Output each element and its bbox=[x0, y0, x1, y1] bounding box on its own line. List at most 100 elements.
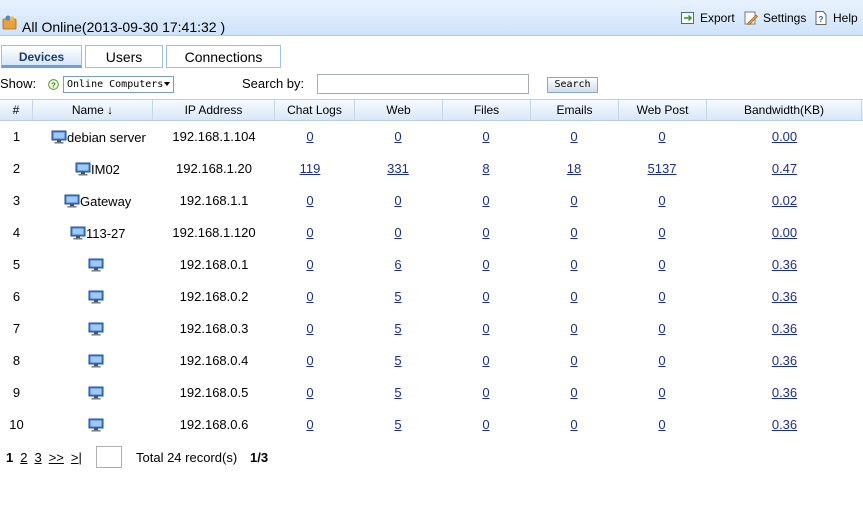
tab-connections[interactable]: Connections bbox=[166, 45, 281, 68]
page-link[interactable]: >> bbox=[49, 450, 64, 465]
col-emails[interactable]: Emails bbox=[531, 100, 619, 120]
bandwidth-link[interactable]: 0.00 bbox=[772, 129, 797, 144]
device-name-cell[interactable] bbox=[88, 377, 104, 409]
emails-link[interactable]: 0 bbox=[570, 321, 577, 336]
device-name-cell[interactable]: IM02 bbox=[75, 153, 120, 185]
files-link[interactable]: 0 bbox=[482, 353, 489, 368]
device-name-cell[interactable] bbox=[88, 345, 104, 377]
table-row[interactable]: 4 192.168.1.120 0 0 0 0 0 0.00 113-27 bbox=[0, 217, 863, 249]
chat-logs-link[interactable]: 0 bbox=[306, 289, 313, 304]
bandwidth-link[interactable]: 0.36 bbox=[772, 289, 797, 304]
col-ip[interactable]: IP Address bbox=[153, 100, 275, 120]
col-web[interactable]: Web bbox=[355, 100, 443, 120]
web-post-link[interactable]: 0 bbox=[658, 225, 665, 240]
col-bandwidth[interactable]: Bandwidth(KB) bbox=[707, 100, 862, 120]
col-chat-logs[interactable]: Chat Logs bbox=[275, 100, 355, 120]
web-post-link[interactable]: 0 bbox=[658, 353, 665, 368]
chat-logs-link[interactable]: 0 bbox=[306, 129, 313, 144]
web-link[interactable]: 5 bbox=[394, 321, 401, 336]
web-link[interactable]: 5 bbox=[394, 417, 401, 432]
web-link[interactable]: 5 bbox=[394, 289, 401, 304]
web-post-link[interactable]: 0 bbox=[658, 417, 665, 432]
web-post-link[interactable]: 0 bbox=[658, 321, 665, 336]
files-link[interactable]: 0 bbox=[482, 321, 489, 336]
web-link[interactable]: 0 bbox=[394, 193, 401, 208]
col-num[interactable]: # bbox=[0, 100, 33, 120]
chat-logs-link[interactable]: 0 bbox=[306, 353, 313, 368]
col-files[interactable]: Files bbox=[443, 100, 531, 120]
files-link[interactable]: 0 bbox=[482, 193, 489, 208]
table-row[interactable]: 7 192.168.0.3 0 5 0 0 0 0.36 bbox=[0, 313, 863, 345]
page-number-input[interactable] bbox=[96, 446, 122, 468]
table-row[interactable]: 8 192.168.0.4 0 5 0 0 0 0.36 bbox=[0, 345, 863, 377]
emails-link[interactable]: 18 bbox=[567, 161, 581, 176]
table-row[interactable]: 5 192.168.0.1 0 6 0 0 0 0.36 bbox=[0, 249, 863, 281]
question-icon[interactable]: ? bbox=[48, 79, 59, 90]
web-post-link[interactable]: 0 bbox=[658, 257, 665, 272]
help-button[interactable]: ? Help bbox=[813, 10, 858, 26]
chat-logs-link[interactable]: 0 bbox=[306, 385, 313, 400]
chat-logs-link[interactable]: 0 bbox=[306, 417, 313, 432]
bandwidth-link[interactable]: 0.02 bbox=[772, 193, 797, 208]
emails-link[interactable]: 0 bbox=[570, 417, 577, 432]
emails-link[interactable]: 0 bbox=[570, 193, 577, 208]
bandwidth-link[interactable]: 0.36 bbox=[772, 385, 797, 400]
search-button[interactable]: Search bbox=[547, 77, 598, 93]
chat-logs-link[interactable]: 0 bbox=[306, 257, 313, 272]
files-link[interactable]: 8 bbox=[482, 161, 489, 176]
show-select[interactable]: Online Computers bbox=[63, 76, 174, 93]
col-name[interactable]: Name ↓ bbox=[33, 100, 153, 120]
bandwidth-link[interactable]: 0.36 bbox=[772, 417, 797, 432]
chat-logs-link[interactable]: 0 bbox=[306, 193, 313, 208]
chat-logs-link[interactable]: 119 bbox=[300, 161, 321, 176]
device-name-cell[interactable] bbox=[88, 313, 104, 345]
device-name-cell[interactable]: debian server bbox=[51, 121, 146, 153]
col-web-post[interactable]: Web Post bbox=[619, 100, 707, 120]
emails-link[interactable]: 0 bbox=[570, 289, 577, 304]
page-link[interactable]: 2 bbox=[20, 450, 27, 465]
files-link[interactable]: 0 bbox=[482, 385, 489, 400]
web-link[interactable]: 0 bbox=[394, 225, 401, 240]
bandwidth-link[interactable]: 0.36 bbox=[772, 353, 797, 368]
device-name-cell[interactable] bbox=[88, 409, 104, 441]
table-row[interactable]: 9 192.168.0.5 0 5 0 0 0 0.36 bbox=[0, 377, 863, 409]
device-name-cell[interactable] bbox=[88, 249, 104, 281]
web-link[interactable]: 331 bbox=[387, 161, 409, 176]
device-name-cell[interactable]: Gateway bbox=[64, 185, 131, 217]
emails-link[interactable]: 0 bbox=[570, 353, 577, 368]
web-post-link[interactable]: 0 bbox=[658, 193, 665, 208]
device-name-cell[interactable] bbox=[88, 281, 104, 313]
export-button[interactable]: Export bbox=[680, 10, 735, 26]
web-link[interactable]: 6 bbox=[394, 257, 401, 272]
bandwidth-link[interactable]: 0.36 bbox=[772, 257, 797, 272]
files-link[interactable]: 0 bbox=[482, 129, 489, 144]
table-row[interactable]: 6 192.168.0.2 0 5 0 0 0 0.36 bbox=[0, 281, 863, 313]
page-link[interactable]: >| bbox=[71, 450, 82, 465]
table-row[interactable]: 2 192.168.1.20 119 331 8 18 5137 0.47 IM02 bbox=[0, 153, 863, 185]
bandwidth-link[interactable]: 0.36 bbox=[772, 321, 797, 336]
emails-link[interactable]: 0 bbox=[570, 225, 577, 240]
files-link[interactable]: 0 bbox=[482, 225, 489, 240]
web-post-link[interactable]: 0 bbox=[658, 385, 665, 400]
chat-logs-link[interactable]: 0 bbox=[306, 321, 313, 336]
page-link[interactable]: 3 bbox=[34, 450, 41, 465]
settings-button[interactable]: Settings bbox=[743, 10, 806, 26]
files-link[interactable]: 0 bbox=[482, 417, 489, 432]
web-link[interactable]: 0 bbox=[394, 129, 401, 144]
web-link[interactable]: 5 bbox=[394, 385, 401, 400]
files-link[interactable]: 0 bbox=[482, 289, 489, 304]
bandwidth-link[interactable]: 0.47 bbox=[772, 161, 797, 176]
page-link[interactable]: 1 bbox=[6, 450, 13, 465]
device-name-cell[interactable]: 113-27 bbox=[70, 217, 126, 249]
tab-users[interactable]: Users bbox=[85, 45, 163, 68]
tab-devices[interactable]: Devices bbox=[1, 45, 82, 68]
web-post-link[interactable]: 5137 bbox=[648, 161, 677, 176]
chat-logs-link[interactable]: 0 bbox=[306, 225, 313, 240]
emails-link[interactable]: 0 bbox=[570, 257, 577, 272]
web-post-link[interactable]: 0 bbox=[658, 289, 665, 304]
emails-link[interactable]: 0 bbox=[570, 385, 577, 400]
table-row[interactable]: 10 192.168.0.6 0 5 0 0 0 0.36 bbox=[0, 409, 863, 441]
web-link[interactable]: 5 bbox=[394, 353, 401, 368]
emails-link[interactable]: 0 bbox=[570, 129, 577, 144]
bandwidth-link[interactable]: 0.00 bbox=[772, 225, 797, 240]
